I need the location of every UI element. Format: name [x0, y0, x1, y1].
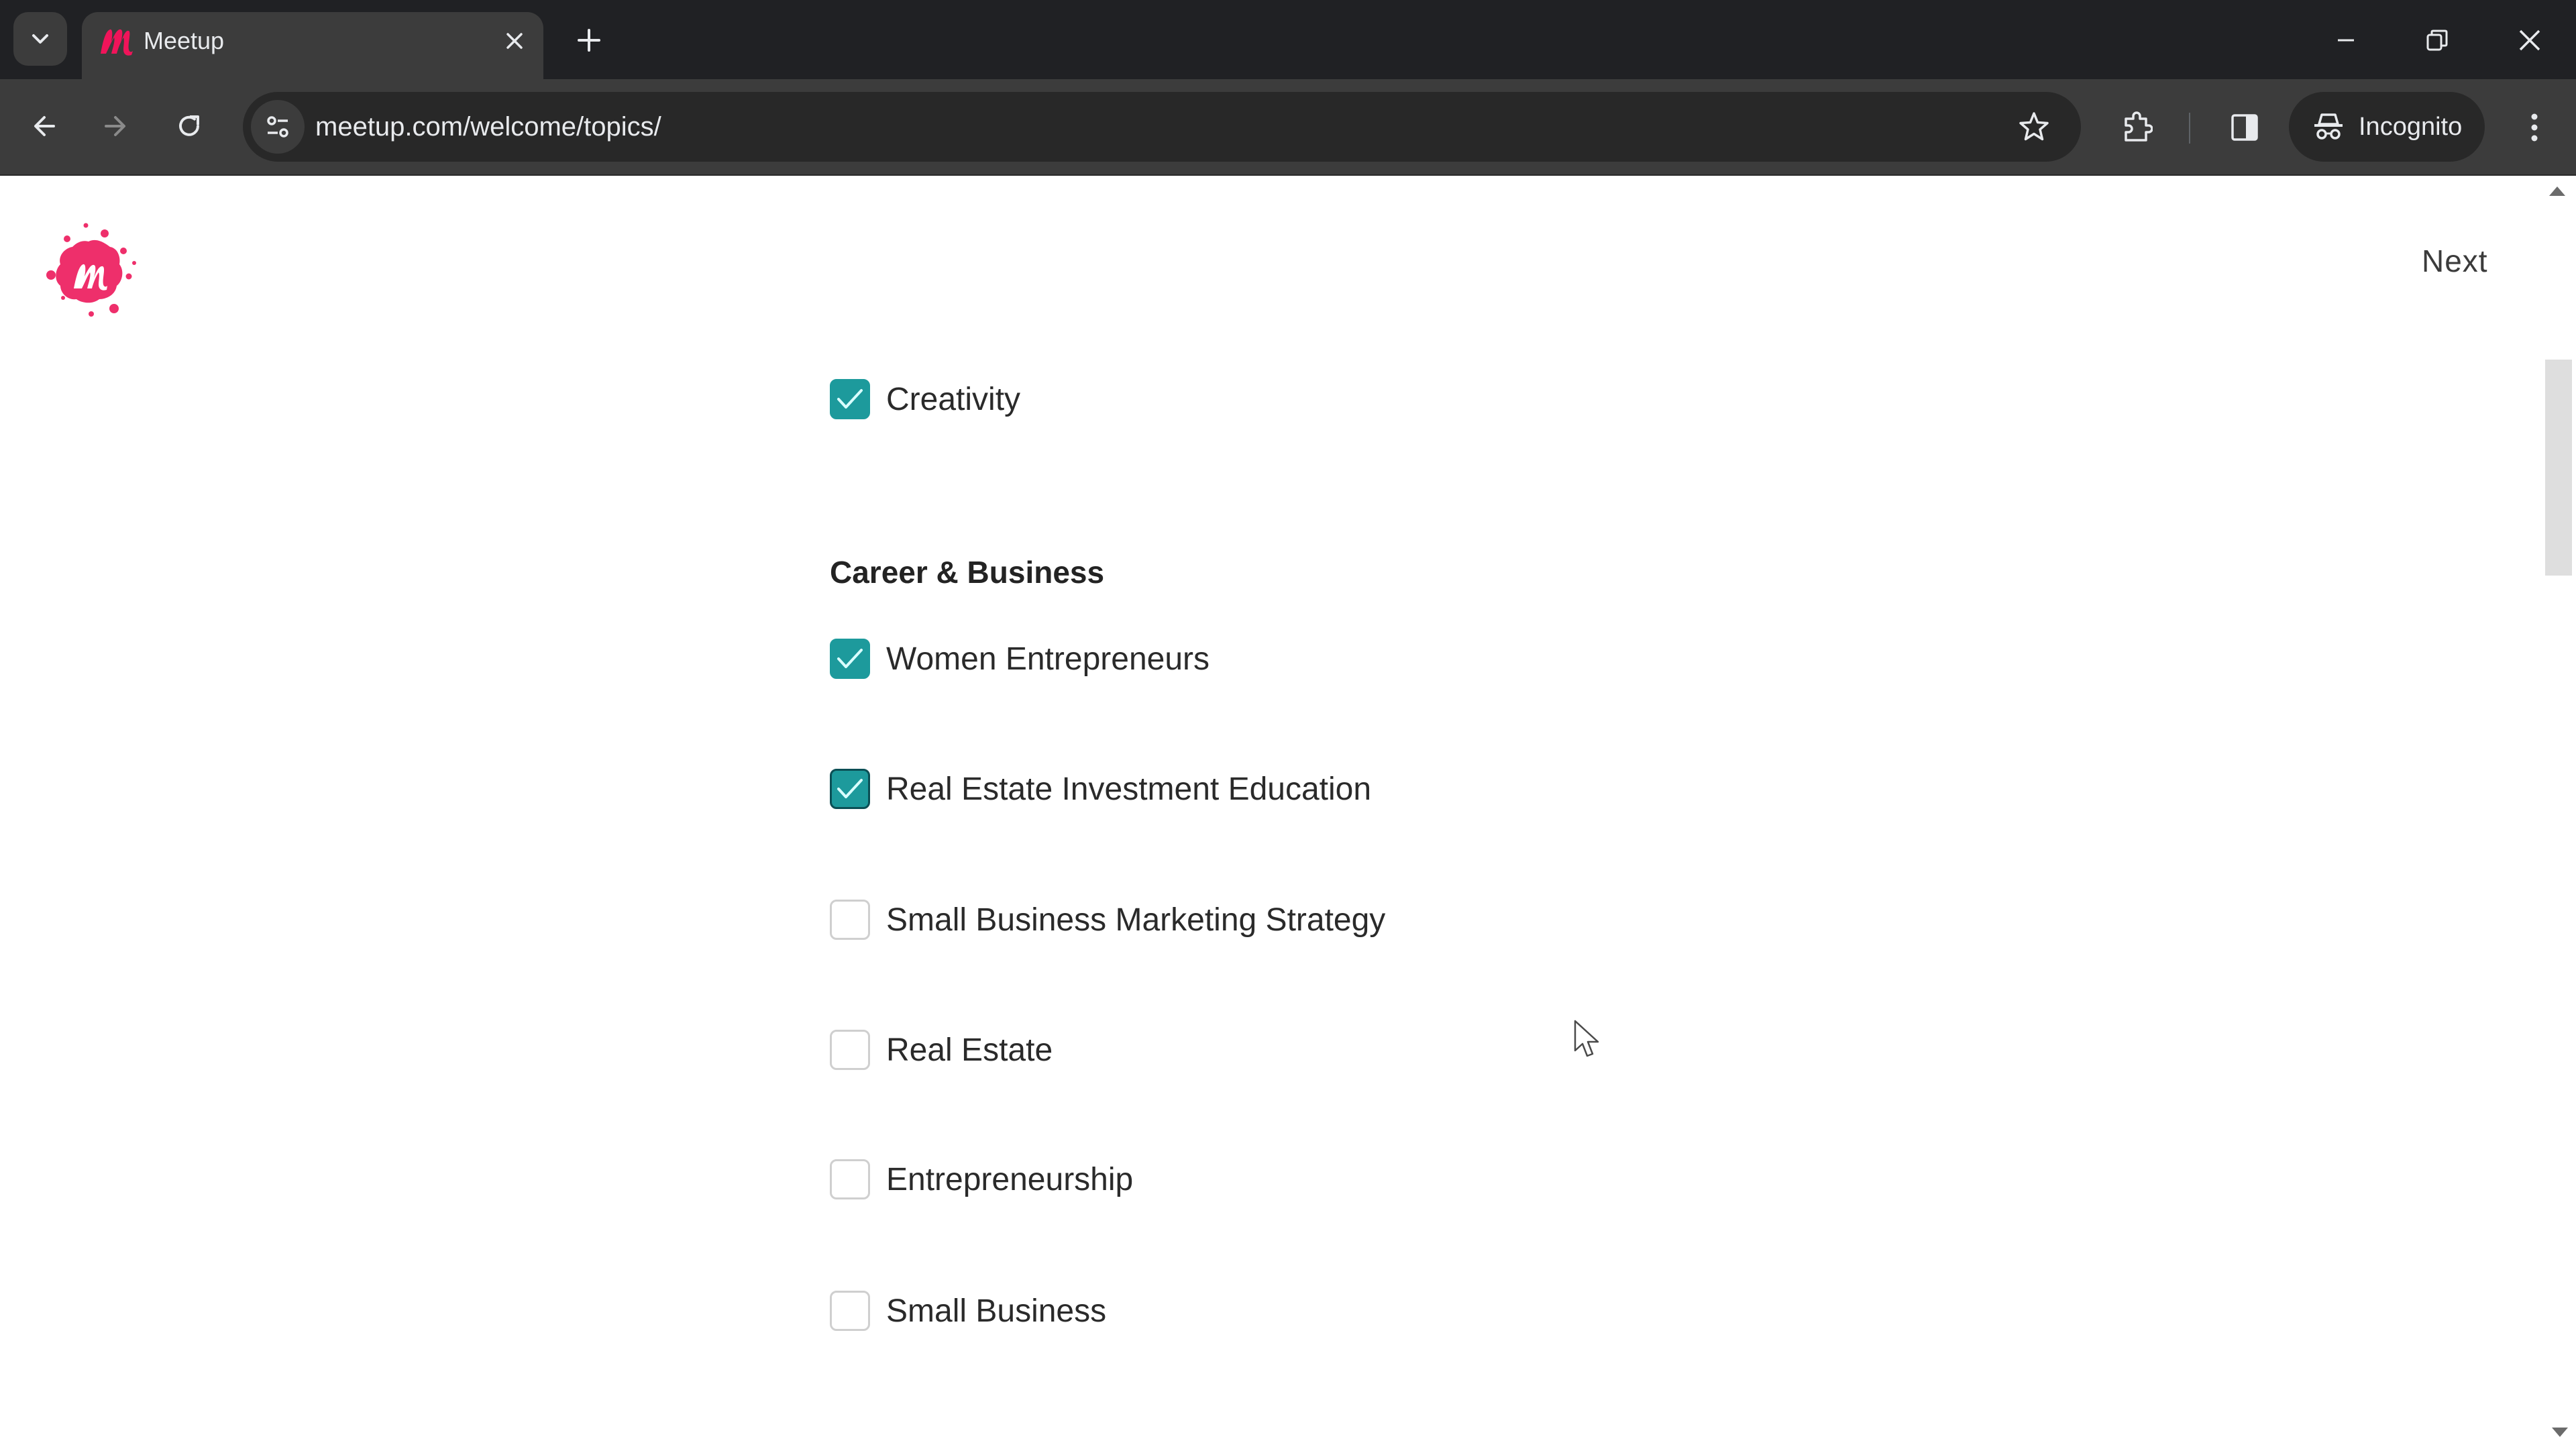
address-bar[interactable]: meetup.com/welcome/topics/ — [243, 92, 2081, 162]
browser-toolbar: meetup.com/welcome/topics/ Incognito — [0, 79, 2576, 176]
plus-icon — [578, 29, 600, 52]
arrow-left-icon — [34, 116, 55, 136]
close-icon — [506, 33, 523, 49]
tab-title: Meetup — [144, 27, 225, 54]
topic-checkbox-entrepreneurship[interactable]: Entrepreneurship — [830, 1159, 1133, 1200]
topic-checkbox-creativity[interactable]: Creativity — [830, 378, 1020, 420]
checkmark-icon — [837, 779, 863, 798]
next-button[interactable]: Next — [2422, 243, 2488, 279]
bookmark-button[interactable] — [2014, 107, 2054, 147]
arrow-right-icon — [105, 116, 125, 136]
minimize-icon — [2338, 39, 2354, 42]
reload-button[interactable] — [164, 101, 215, 152]
forward-button[interactable] — [90, 101, 141, 152]
checkbox-unchecked[interactable] — [830, 900, 870, 940]
minimize-button[interactable] — [2316, 13, 2376, 67]
topic-checkbox-real-estate-investment-education[interactable]: Real Estate Investment Education — [830, 768, 1371, 810]
tab-strip: Meetup — [0, 0, 2576, 79]
incognito-indicator[interactable]: Incognito — [2289, 92, 2485, 162]
toolbar-separator — [2189, 113, 2190, 144]
scrollbar-thumb[interactable] — [2545, 360, 2572, 576]
topic-checkbox-small-business[interactable]: Small Business — [830, 1290, 1106, 1332]
puzzle-icon — [2125, 111, 2153, 142]
checkbox-unchecked[interactable] — [830, 1291, 870, 1331]
tab-search-button[interactable] — [13, 12, 67, 66]
topic-label: Small Business Marketing Strategy — [886, 902, 1386, 938]
meetup-m-icon — [101, 29, 133, 56]
restore-icon — [2426, 30, 2448, 51]
close-window-icon — [2519, 30, 2540, 51]
section-heading: Career & Business — [830, 555, 1105, 590]
new-tab-button[interactable] — [569, 20, 609, 60]
incognito-icon — [2314, 113, 2343, 140]
checkmark-icon — [837, 649, 863, 668]
browser-menu-button[interactable] — [2509, 102, 2560, 153]
reload-icon — [179, 115, 199, 136]
side-panel-button[interactable] — [2219, 102, 2270, 153]
topic-label: Women Entrepreneurs — [886, 641, 1210, 677]
tab-meetup[interactable]: Meetup — [82, 12, 543, 79]
topic-label: Entrepreneurship — [886, 1161, 1134, 1197]
checkbox-unchecked[interactable] — [830, 1159, 870, 1199]
checkbox-checked[interactable] — [830, 769, 870, 809]
topic-label: Real Estate — [886, 1032, 1053, 1068]
scroll-down-arrow[interactable] — [2552, 1428, 2568, 1437]
tune-icon — [267, 116, 288, 138]
topic-label: Small Business — [886, 1293, 1107, 1329]
topic-checkbox-real-estate[interactable]: Real Estate — [830, 1029, 1053, 1071]
page-viewport: Next Creativity Career & Business Women … — [0, 177, 2576, 1449]
meetup-logo[interactable] — [35, 216, 142, 323]
site-info-button[interactable] — [251, 100, 305, 154]
scroll-up-arrow[interactable] — [2549, 186, 2565, 196]
url-text[interactable]: meetup.com/welcome/topics/ — [315, 92, 661, 162]
side-panel-icon — [2231, 114, 2258, 141]
checkbox-checked[interactable] — [830, 379, 870, 419]
chevron-down-icon — [32, 34, 48, 44]
checkbox-unchecked[interactable] — [830, 1030, 870, 1070]
star-icon — [2019, 112, 2049, 141]
topic-label: Real Estate Investment Education — [886, 771, 1372, 807]
restore-button[interactable] — [2407, 13, 2467, 67]
close-window-button[interactable] — [2500, 13, 2560, 67]
kebab-menu-icon — [2531, 113, 2538, 142]
back-button[interactable] — [19, 101, 70, 152]
topic-checkbox-small-business-marketing-strategy[interactable]: Small Business Marketing Strategy — [830, 899, 1385, 941]
extensions-button[interactable] — [2112, 102, 2163, 153]
incognito-label: Incognito — [2359, 112, 2463, 141]
checkmark-icon — [837, 389, 863, 409]
checkbox-checked[interactable] — [830, 639, 870, 679]
tab-close-button[interactable] — [496, 23, 533, 59]
topic-label: Creativity — [886, 381, 1021, 417]
topic-checkbox-women-entrepreneurs[interactable]: Women Entrepreneurs — [830, 638, 1210, 680]
mouse-cursor-icon — [1574, 1020, 1599, 1057]
